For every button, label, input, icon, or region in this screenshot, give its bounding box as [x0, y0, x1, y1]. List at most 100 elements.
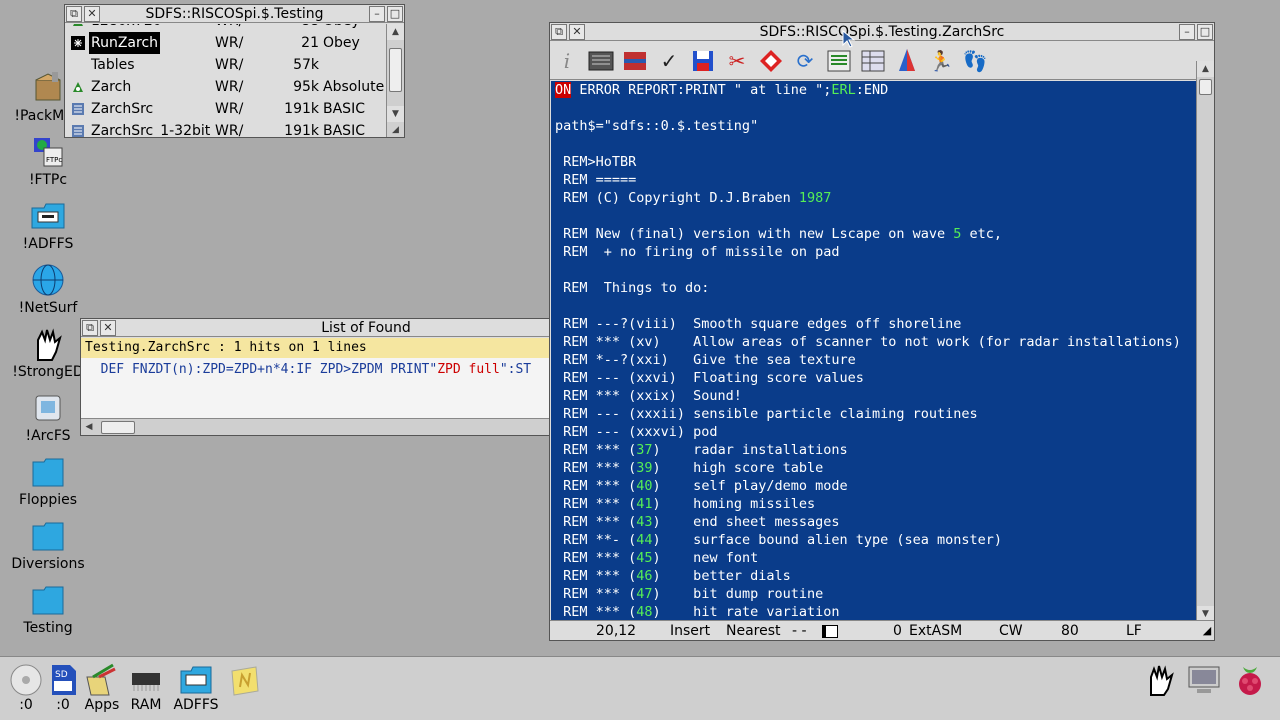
iconbar-label: Apps	[84, 697, 120, 713]
code-token: ) homing missiles	[652, 496, 816, 512]
filer-titlebar[interactable]: ⧉ ✕ SDFS::RISCOSpi.$.Testing – □	[65, 5, 404, 23]
desktop-icon-label: Diversions	[11, 556, 85, 572]
found-content: Testing.ZarchSrc : 1 hits on 1 lines DEF…	[81, 338, 551, 418]
desktop-icon-adffs[interactable]: !ADFFS	[0, 198, 96, 252]
list-icon[interactable]	[824, 47, 854, 75]
file-name: Zarch	[91, 79, 132, 95]
code-line: REM **- (44) surface bound alien type (s…	[555, 531, 1002, 549]
book-icon[interactable]	[620, 47, 650, 75]
close-icon[interactable]: ✕	[569, 24, 585, 40]
desktop-icon-floppies[interactable]: Floppies	[0, 454, 96, 508]
resize-handle-icon[interactable]: ◢	[1198, 621, 1214, 640]
desktop-icon-label: !ADFFS	[22, 236, 74, 252]
info-icon[interactable]: i	[552, 47, 582, 75]
code-line: REM *** (43) end sheet messages	[555, 513, 839, 531]
iconbar-ram[interactable]: RAM	[126, 663, 166, 713]
scroll-up-icon[interactable]: ▲	[1197, 61, 1214, 77]
toggle-size-icon[interactable]: □	[1197, 24, 1213, 40]
iconise-icon[interactable]: –	[1179, 24, 1195, 40]
found-summary[interactable]: Testing.ZarchSrc : 1 hits on 1 lines	[81, 338, 551, 358]
iconbar-cd-drive[interactable]: :0	[8, 663, 44, 713]
filer-row[interactable]: 1280x720 WR/ 88 Obey	[69, 24, 386, 32]
editor-code-area[interactable]: ON ERROR REPORT:PRINT " at line ";ERL:EN…	[551, 81, 1197, 640]
iconbar-display[interactable]	[1186, 663, 1222, 697]
code-token: ) bit dump routine	[652, 586, 824, 602]
code-line: REM ---?(viii) Smooth square edges off s…	[555, 315, 961, 333]
scroll-left-icon[interactable]: ◀	[81, 419, 97, 435]
iconise-icon[interactable]: –	[369, 6, 385, 22]
desktop-icon-diversions[interactable]: Diversions	[0, 518, 96, 572]
scrollbar-thumb[interactable]	[389, 48, 402, 92]
scrollbar-thumb[interactable]	[1199, 79, 1212, 95]
code-token: REM *** (	[555, 604, 637, 620]
code-token: REM Things to do:	[555, 280, 710, 296]
code-token: REM ---?(viii) Smooth square edges off s…	[555, 316, 962, 332]
found-horizontal-scrollbar[interactable]: ◀	[81, 418, 551, 435]
marker-icon[interactable]	[892, 47, 922, 75]
iconbar-stronged[interactable]	[1140, 663, 1180, 697]
refresh-icon[interactable]: ⟳	[790, 47, 820, 75]
found-hit-line[interactable]: DEF FNZDT(n):ZPD=ZPD+n*4:IF ZPD>ZPDM PRI…	[85, 360, 532, 380]
found-titlebar[interactable]: ⧉ ✕ List of Found	[81, 319, 551, 337]
toggle-size-icon[interactable]: □	[387, 6, 403, 22]
filer-row[interactable]: ZarchSrc_1-32bit WR/ 191k BASIC	[69, 120, 386, 137]
back-icon[interactable]: ⧉	[551, 24, 567, 40]
filer-row[interactable]: RunZarch WR/ 21 Obey	[69, 32, 386, 54]
desktop-icon-ftpc[interactable]: FTPc !FTPc	[0, 134, 96, 188]
search-icon[interactable]	[756, 47, 786, 75]
filer-row[interactable]: Zarch WR/ 95k Absolute	[69, 76, 386, 98]
save-icon[interactable]	[688, 47, 718, 75]
code-token: ) new font	[652, 550, 759, 566]
obey-file-icon	[73, 24, 83, 26]
iconbar-label: :0	[56, 697, 70, 713]
editor-titlebar[interactable]: ⧉ ✕ SDFS::RISCOSpi.$.Testing.ZarchSrc – …	[550, 23, 1214, 41]
packman-icon	[35, 72, 61, 101]
editor-vertical-scrollbar[interactable]: ▲ ▼	[1196, 61, 1214, 622]
keyboard-icon[interactable]	[586, 47, 616, 75]
table-icon[interactable]	[858, 47, 888, 75]
scroll-up-icon[interactable]: ▲	[387, 24, 404, 40]
desktop-icon-netsurf[interactable]: !NetSurf	[0, 262, 96, 316]
close-icon[interactable]: ✕	[100, 320, 116, 336]
code-token: etc,	[961, 226, 1003, 242]
code-token: REM --- (xxvi) Floating score values	[555, 370, 864, 386]
iconbar-adffs[interactable]: ADFFS	[172, 663, 220, 713]
scroll-down-icon[interactable]: ▼	[387, 106, 404, 122]
filer-vertical-scrollbar[interactable]: ▲ ▼ ◢	[386, 24, 404, 137]
scrollbar-thumb[interactable]	[101, 421, 135, 434]
footprints-icon[interactable]: 👣	[960, 47, 990, 75]
check-icon[interactable]: ✓	[654, 47, 684, 75]
editor-status-bar: 20,12 Insert Nearest - - 0 ExtASM CW 80 …	[550, 620, 1214, 640]
code-token: 43	[636, 514, 653, 530]
close-icon[interactable]: ✕	[84, 6, 100, 22]
found-window: ⧉ ✕ List of Found Testing.ZarchSrc : 1 h…	[80, 318, 552, 436]
iconbar-note[interactable]	[228, 663, 262, 697]
editor-window: ⧉ ✕ SDFS::RISCOSpi.$.Testing.ZarchSrc – …	[549, 22, 1215, 641]
desktop-icon-label: !FTPc	[28, 172, 68, 188]
cut-icon[interactable]: ✂	[722, 47, 752, 75]
editor-title: SDFS::RISCOSpi.$.Testing.ZarchSrc	[759, 24, 1005, 40]
run-icon[interactable]: 🏃	[926, 47, 956, 75]
code-line: REM =====	[555, 171, 636, 189]
filer-row[interactable]: ZarchSrc WR/ 191k BASIC	[69, 98, 386, 120]
code-line: REM *** (46) better dials	[555, 567, 791, 585]
iconbar-sd-drive[interactable]: SD :0	[46, 663, 80, 713]
desktop-icon-testing[interactable]: Testing	[0, 582, 96, 636]
file-access: WR/	[215, 57, 244, 73]
file-type: Obey	[323, 24, 360, 32]
iconbar-label: RAM	[130, 697, 162, 713]
code-token: ERROR REPORT:PRINT " at line ";	[571, 82, 832, 98]
code-token: path$="sdfs::0.$.testing"	[555, 118, 759, 134]
iconbar-apps[interactable]: Apps	[82, 663, 122, 713]
code-token: ) better dials	[652, 568, 791, 584]
code-token: REM (C) Copyright D.J.Braben	[555, 190, 799, 206]
code-token: REM New (final) version with new Lscape …	[555, 226, 954, 242]
filer-row[interactable]: Tables WR/ 57k	[69, 54, 386, 76]
resize-handle-icon[interactable]: ◢	[387, 122, 404, 137]
apps-icon	[86, 663, 116, 696]
code-token: 1987	[798, 190, 832, 206]
code-token: REM *** (xv) Allow areas of scanner to n…	[555, 334, 1181, 350]
back-icon[interactable]: ⧉	[82, 320, 98, 336]
back-icon[interactable]: ⧉	[66, 6, 82, 22]
iconbar-raspberry-pi[interactable]	[1230, 663, 1270, 697]
